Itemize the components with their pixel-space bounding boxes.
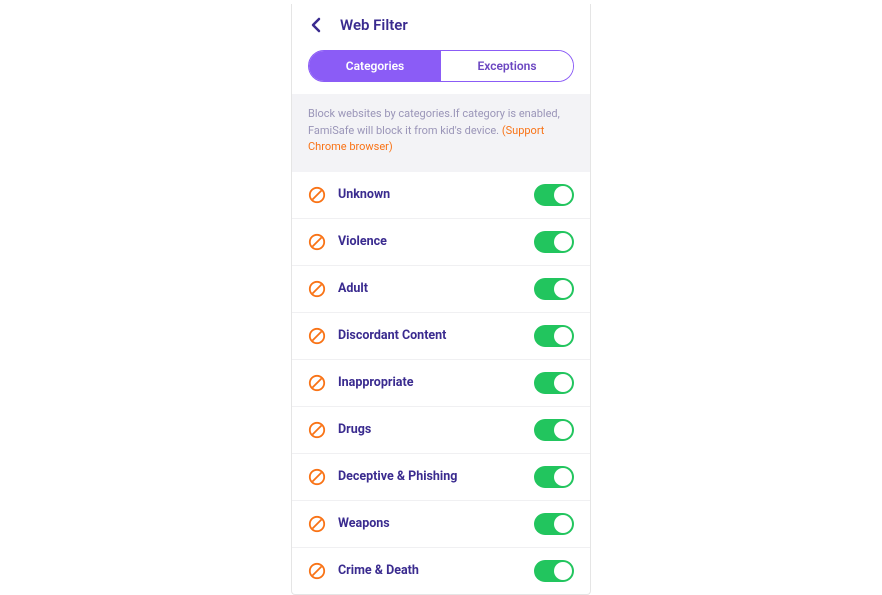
category-label: Drugs: [338, 422, 522, 437]
tab-container: Categories Exceptions: [308, 50, 574, 82]
header: Web Filter: [292, 4, 590, 46]
list-item: Crime & Death: [292, 548, 590, 594]
prohibit-icon: [308, 421, 326, 439]
category-list: Unknown Violence Adult Discordant Conten…: [292, 172, 590, 594]
prohibit-icon: [308, 233, 326, 251]
list-item: Weapons: [292, 501, 590, 548]
prohibit-icon: [308, 186, 326, 204]
list-item: Deceptive & Phishing: [292, 454, 590, 501]
back-icon[interactable]: [308, 17, 324, 33]
list-item: Violence: [292, 219, 590, 266]
toggle-switch[interactable]: [534, 560, 574, 582]
prohibit-icon: [308, 327, 326, 345]
category-label: Violence: [338, 234, 522, 249]
category-label: Deceptive & Phishing: [338, 469, 522, 484]
toggle-switch[interactable]: [534, 278, 574, 300]
info-box: Block websites by categories.If category…: [292, 94, 590, 172]
prohibit-icon: [308, 515, 326, 533]
toggle-switch[interactable]: [534, 372, 574, 394]
prohibit-icon: [308, 468, 326, 486]
category-label: Weapons: [338, 516, 522, 531]
category-label: Crime & Death: [338, 563, 522, 578]
category-label: Unknown: [338, 187, 522, 202]
list-item: Inappropriate: [292, 360, 590, 407]
list-item: Adult: [292, 266, 590, 313]
toggle-switch[interactable]: [534, 513, 574, 535]
list-item: Drugs: [292, 407, 590, 454]
toggle-switch[interactable]: [534, 466, 574, 488]
category-label: Discordant Content: [338, 328, 522, 343]
prohibit-icon: [308, 280, 326, 298]
prohibit-icon: [308, 562, 326, 580]
toggle-switch[interactable]: [534, 231, 574, 253]
toggle-switch[interactable]: [534, 184, 574, 206]
page-title: Web Filter: [340, 16, 408, 34]
prohibit-icon: [308, 374, 326, 392]
app-screen: Web Filter Categories Exceptions Block w…: [291, 4, 591, 595]
tab-exceptions[interactable]: Exceptions: [441, 51, 573, 81]
list-item: Discordant Content: [292, 313, 590, 360]
tab-categories[interactable]: Categories: [309, 51, 441, 81]
category-label: Inappropriate: [338, 375, 522, 390]
toggle-switch[interactable]: [534, 325, 574, 347]
toggle-switch[interactable]: [534, 419, 574, 441]
list-item: Unknown: [292, 172, 590, 219]
category-label: Adult: [338, 281, 522, 296]
